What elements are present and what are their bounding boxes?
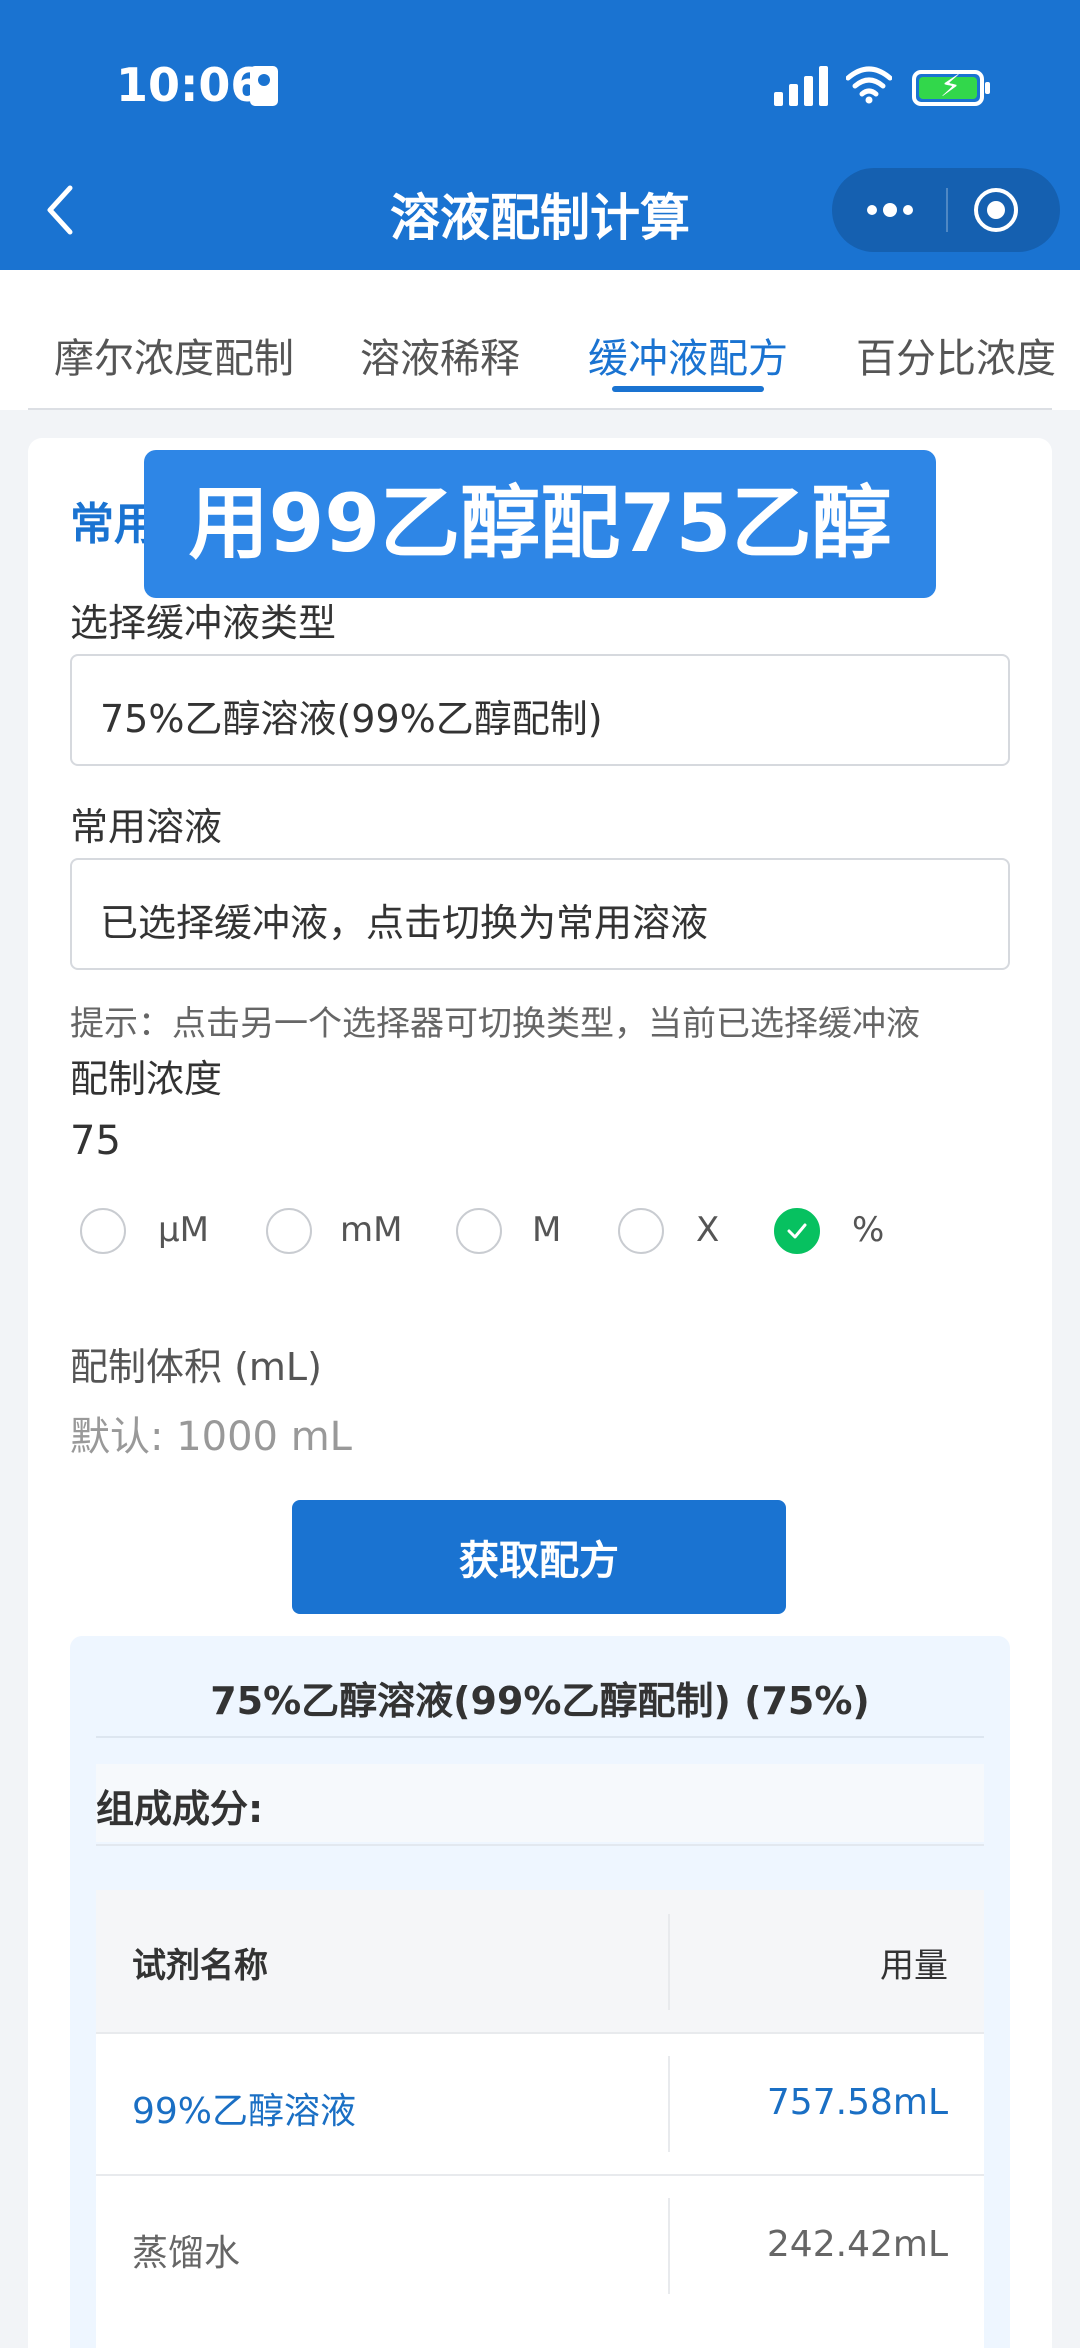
table-row: 蒸馏水 242.42mL	[96, 2174, 984, 2316]
composition-divider	[96, 1844, 984, 1846]
unit-label-mm: mM	[340, 1210, 403, 1250]
tab-bar-divider	[28, 408, 1052, 410]
column-separator	[668, 2056, 670, 2152]
unit-label-x: X	[696, 1210, 720, 1250]
common-solution-picker[interactable]: 已选择缓冲液，点击切换为常用溶液	[70, 858, 1010, 970]
active-tab-indicator	[612, 386, 764, 392]
app-header: 10:06 ⚡ 溶液配制计算	[0, 0, 1080, 270]
tab-buffer-recipe[interactable]: 缓冲液配方	[588, 326, 788, 384]
unit-label-m: M	[532, 1210, 562, 1250]
unit-radio-x[interactable]	[618, 1208, 664, 1254]
column-separator	[668, 1914, 670, 2010]
common-solution-value: 已选择缓冲液，点击切换为常用溶液	[100, 901, 709, 945]
composition-label: 组成成分:	[96, 1787, 264, 1831]
tab-bar: 摩尔浓度配制 溶液稀释 缓冲液配方 百分比浓度	[0, 270, 1080, 410]
result-title: 75%乙醇溶液(99%乙醇配制) (75%)	[210, 1679, 870, 1723]
status-time: 10:06	[116, 58, 263, 112]
unit-radio-mm[interactable]	[266, 1208, 312, 1254]
form-card: 常用 用99乙醇配75乙醇 选择缓冲液类型 75%乙醇溶液(99%乙醇配制) 常…	[28, 438, 1052, 2348]
buffer-type-value: 75%乙醇溶液(99%乙醇配制)	[100, 697, 603, 741]
table-row: 99%乙醇溶液 757.58mL	[96, 2032, 984, 2174]
unit-label-um: μM	[158, 1210, 209, 1250]
battery-icon: ⚡	[912, 70, 990, 106]
unit-label-percent: %	[852, 1210, 885, 1250]
buffer-type-label: 选择缓冲液类型	[70, 601, 337, 645]
buffer-type-picker[interactable]: 75%乙醇溶液(99%乙醇配制)	[70, 654, 1010, 766]
header-reagent-name: 试剂名称	[132, 1946, 268, 1986]
volume-label: 配制体积 (mL)	[70, 1345, 322, 1389]
unit-radio-percent[interactable]	[774, 1208, 820, 1254]
tab-percent-concentration[interactable]: 百分比浓度	[856, 326, 1056, 384]
close-target-icon[interactable]	[972, 186, 1020, 234]
composition-table: 试剂名称 用量 99%乙醇溶液 757.58mL 蒸馏水 242.42mL	[96, 1890, 984, 2348]
concentration-input[interactable]: 75	[70, 1118, 121, 1164]
common-solution-label: 常用溶液	[70, 805, 223, 849]
mini-program-capsule	[832, 168, 1060, 252]
check-icon	[787, 1223, 807, 1239]
tab-molar-concentration[interactable]: 摩尔浓度配制	[54, 326, 294, 384]
unit-radio-um[interactable]	[80, 1208, 126, 1254]
concentration-label: 配制浓度	[70, 1057, 223, 1101]
table-header: 试剂名称 用量	[96, 1890, 984, 2032]
overlay-caption-text: 用99乙醇配75乙醇	[188, 477, 892, 570]
sim-card-icon	[250, 66, 278, 106]
reagent-amount: 757.58mL	[766, 2082, 948, 2123]
more-icon[interactable]	[862, 188, 918, 232]
column-separator	[668, 2198, 670, 2294]
result-divider	[96, 1736, 984, 1738]
hint-text: 提示：点击另一个选择器可切换类型，当前已选择缓冲液	[70, 1004, 920, 1044]
wifi-icon	[846, 66, 892, 104]
reagent-name: 蒸馏水	[132, 2233, 241, 2274]
header-amount: 用量	[880, 1946, 948, 1986]
composition-header: 组成成分:	[96, 1764, 984, 1842]
result-panel: 75%乙醇溶液(99%乙醇配制) (75%) 组成成分: 试剂名称 用量 99%…	[70, 1636, 1010, 2348]
volume-input[interactable]: 默认: 1000 mL	[70, 1404, 352, 1462]
reagent-amount: 242.42mL	[766, 2224, 948, 2265]
tab-dilution[interactable]: 溶液稀释	[360, 326, 520, 384]
overlay-caption: 用99乙醇配75乙醇	[144, 450, 936, 598]
capsule-divider	[946, 188, 948, 232]
unit-radio-m[interactable]	[456, 1208, 502, 1254]
signal-icon	[774, 64, 830, 106]
reagent-name: 99%乙醇溶液	[132, 2091, 357, 2132]
get-recipe-button[interactable]: 获取配方	[292, 1500, 786, 1614]
